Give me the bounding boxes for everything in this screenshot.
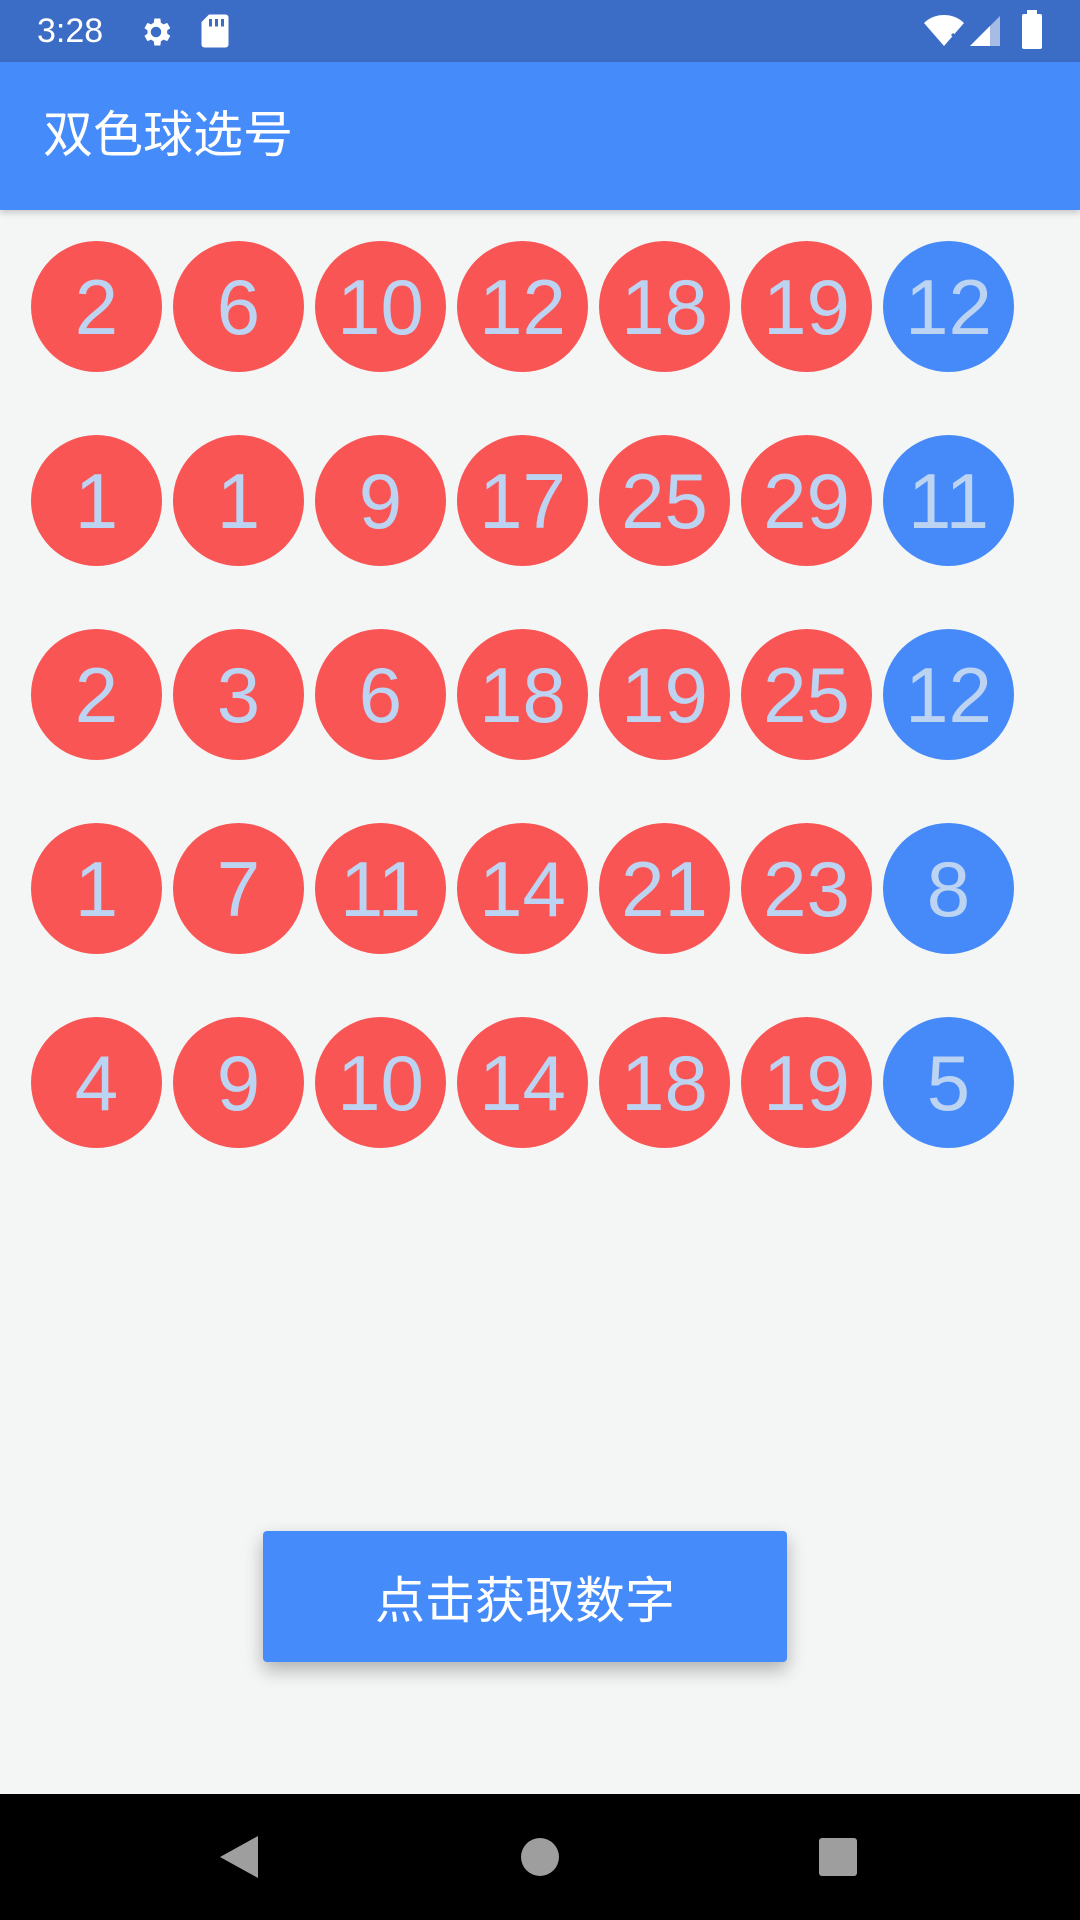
status-time: 3:28 [37,12,104,50]
red-ball: 19 [599,629,730,760]
status-bar: 3:28 [0,0,1080,62]
red-ball: 17 [457,435,588,566]
blue-ball: 8 [883,823,1014,954]
red-ball: 23 [741,823,872,954]
red-ball: 10 [315,1017,446,1148]
red-ball: 14 [457,823,588,954]
blue-ball: 5 [883,1017,1014,1148]
ball-rows: 2 6 10 12 18 19 12 1 1 9 17 25 29 11 2 3… [31,241,1031,1211]
wifi-icon [924,15,964,46]
red-ball: 6 [315,629,446,760]
red-ball: 21 [599,823,730,954]
sd-card-icon [201,14,229,48]
signal-icon [970,16,1000,46]
red-ball: 4 [31,1017,162,1148]
red-ball: 10 [315,241,446,372]
ball-row: 2 3 6 18 19 25 12 [31,629,1031,760]
red-ball: 25 [741,629,872,760]
red-ball: 18 [457,629,588,760]
blue-ball: 12 [883,241,1014,372]
red-ball: 12 [457,241,588,372]
red-ball: 14 [457,1017,588,1148]
red-ball: 2 [31,629,162,760]
red-ball: 6 [173,241,304,372]
red-ball: 1 [173,435,304,566]
red-ball: 1 [31,823,162,954]
red-ball: 25 [599,435,730,566]
recents-icon[interactable] [818,1837,858,1877]
red-ball: 9 [315,435,446,566]
nav-bar [0,1794,1080,1920]
ball-row: 2 6 10 12 18 19 12 [31,241,1031,372]
red-ball: 18 [599,1017,730,1148]
red-ball: 11 [315,823,446,954]
red-ball: 7 [173,823,304,954]
ball-row: 4 9 10 14 18 19 5 [31,1017,1031,1148]
fetch-numbers-button[interactable]: 点击获取数字 [263,1531,787,1662]
back-icon[interactable] [218,1834,260,1880]
battery-icon [1022,10,1042,49]
red-ball: 19 [741,1017,872,1148]
red-ball: 9 [173,1017,304,1148]
app-title: 双色球选号 [43,106,293,164]
ball-row: 1 7 11 14 21 23 8 [31,823,1031,954]
home-icon[interactable] [520,1837,560,1877]
red-ball: 1 [31,435,162,566]
blue-ball: 12 [883,629,1014,760]
red-ball: 3 [173,629,304,760]
red-ball: 19 [741,241,872,372]
blue-ball: 11 [883,435,1014,566]
red-ball: 2 [31,241,162,372]
gear-icon [144,18,171,46]
ball-row: 1 1 9 17 25 29 11 [31,435,1031,566]
app-bar: 双色球选号 [0,62,1080,210]
red-ball: 29 [741,435,872,566]
red-ball: 18 [599,241,730,372]
